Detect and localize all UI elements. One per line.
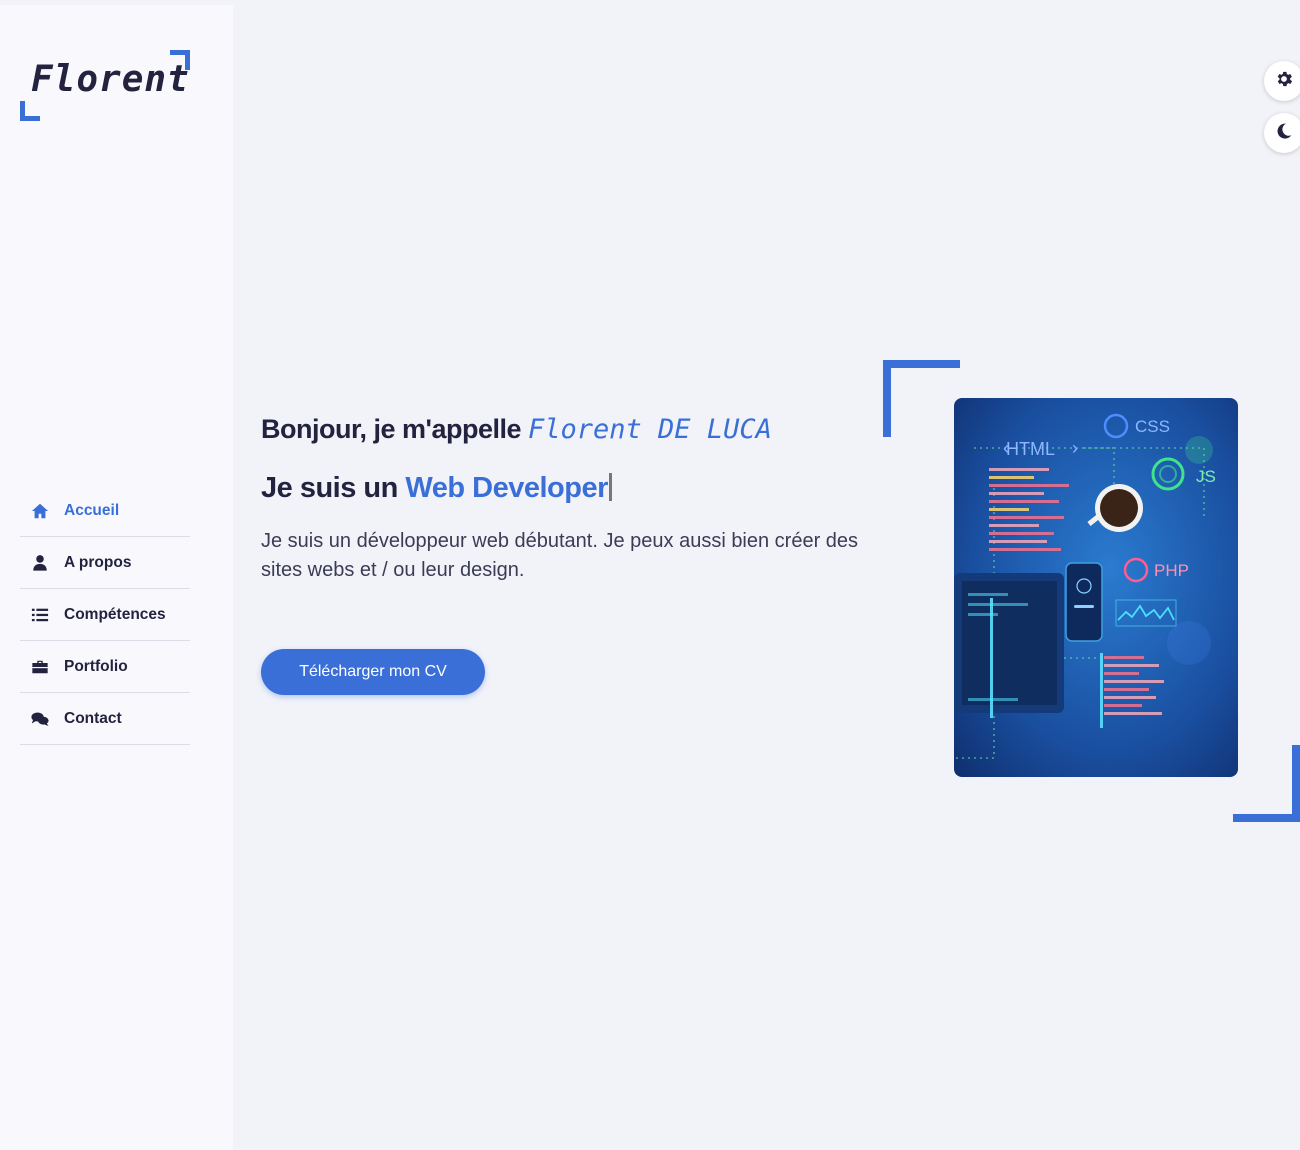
sidebar-item-competences[interactable]: Compétences xyxy=(20,589,190,641)
sidebar-item-label: Compétences xyxy=(64,605,166,623)
briefcase-icon xyxy=(20,658,64,676)
role-typed: Web Developer xyxy=(405,472,608,504)
php-label: PHP xyxy=(1154,561,1189,580)
comments-icon xyxy=(20,710,64,728)
home-icon xyxy=(20,502,64,520)
frame-corner-bottom-right xyxy=(1233,745,1300,822)
user-icon xyxy=(20,554,64,572)
sidebar-item-label: Accueil xyxy=(64,501,120,519)
settings-button[interactable] xyxy=(1264,61,1300,101)
css-label: CSS xyxy=(1135,417,1170,436)
list-icon xyxy=(20,606,64,624)
sidebar-item-portfolio[interactable]: Portfolio xyxy=(20,641,190,693)
svg-text:‹: ‹ xyxy=(1003,438,1009,458)
role-prefix: Je suis un xyxy=(261,472,398,504)
greeting-prefix: Bonjour, je m'appelle xyxy=(261,414,521,444)
sidebar-item-label: Portfolio xyxy=(64,657,128,675)
hero-description: Je suis un développeur web débutant. Je … xyxy=(261,530,859,581)
typing-cursor xyxy=(608,473,612,501)
html-label: HTML xyxy=(1006,439,1055,459)
sidebar-item-label: A propos xyxy=(64,553,132,571)
greeting-heading: Bonjour, je m'appelle Florent DE LUCA xyxy=(261,414,772,445)
logo[interactable]: Florent xyxy=(20,45,192,121)
hero-name: Florent DE LUCA xyxy=(528,414,772,445)
sidebar-item-contact[interactable]: Contact xyxy=(20,693,190,745)
logo-text: Florent xyxy=(31,59,190,100)
sidebar-nav: Accueil A propos Compétences Portfolio C… xyxy=(20,485,190,745)
frame-corner-top-left xyxy=(883,360,960,437)
download-cv-button[interactable]: Télécharger mon CV xyxy=(261,649,485,695)
hero-illustration: CSS HTML JS PHP ‹ › xyxy=(954,398,1238,777)
sidebar-item-accueil[interactable]: Accueil xyxy=(20,485,190,537)
sidebar: Florent Accueil A propos Compétences Por… xyxy=(0,5,233,1150)
sidebar-item-label: Contact xyxy=(64,709,122,727)
js-label: JS xyxy=(1196,467,1216,486)
sidebar-item-a-propos[interactable]: A propos xyxy=(20,537,190,589)
logo-bracket-bottom-left xyxy=(20,101,40,121)
role-heading: Je suis un Web Developer xyxy=(261,472,612,505)
gear-icon xyxy=(1274,69,1294,94)
svg-text:›: › xyxy=(1072,438,1078,458)
theme-toggle-button[interactable] xyxy=(1264,113,1300,153)
moon-icon xyxy=(1274,121,1294,146)
